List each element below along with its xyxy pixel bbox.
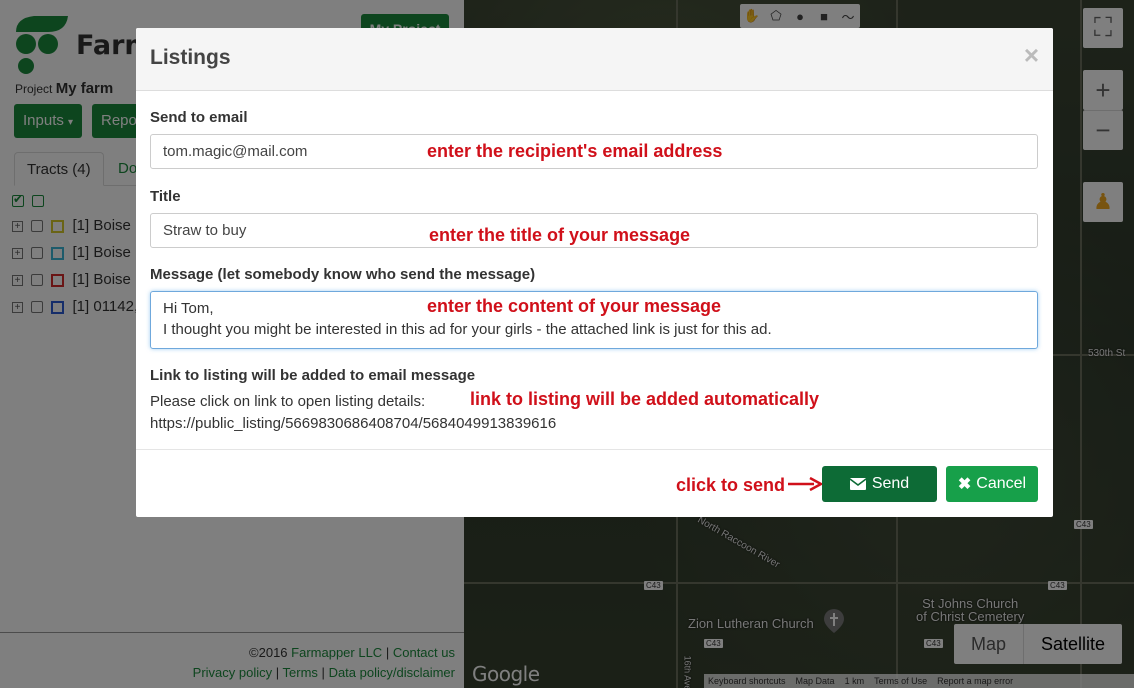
close-icon[interactable]: × xyxy=(1024,40,1039,71)
message-label: Message (let somebody know who send the … xyxy=(150,266,536,283)
cancel-button[interactable]: ✖ Cancel xyxy=(946,466,1038,502)
modal-header: Listings × xyxy=(136,28,1053,91)
close-x-icon: ✖ xyxy=(957,476,972,493)
envelope-icon xyxy=(849,478,866,490)
link-heading: Link to listing will be added to email m… xyxy=(150,367,476,384)
cancel-label: Cancel xyxy=(976,475,1027,492)
title-label: Title xyxy=(150,188,181,205)
modal-title: Listings xyxy=(150,46,231,69)
title-annotation: enter the title of your message xyxy=(429,225,691,245)
arrow-right-icon xyxy=(788,477,822,491)
email-label: Send to email xyxy=(150,109,248,126)
listings-modal: Listings × Send to email tom.magic@mail.… xyxy=(136,28,1053,517)
listing-link[interactable]: https://public_listing/5669830686408704/… xyxy=(150,415,556,432)
send-button[interactable]: Send xyxy=(822,466,937,502)
send-label: Send xyxy=(871,475,910,492)
link-annotation: link to listing will be added automatica… xyxy=(470,389,820,409)
message-annotation: enter the content of your message xyxy=(427,296,722,316)
link-instruction: Please click on link to open listing det… xyxy=(150,393,426,410)
modal-footer: click to send Send ✖ Cancel xyxy=(136,449,1053,517)
email-annotation: enter the recipient's email address xyxy=(427,141,723,161)
send-annotation: click to send xyxy=(676,475,786,495)
